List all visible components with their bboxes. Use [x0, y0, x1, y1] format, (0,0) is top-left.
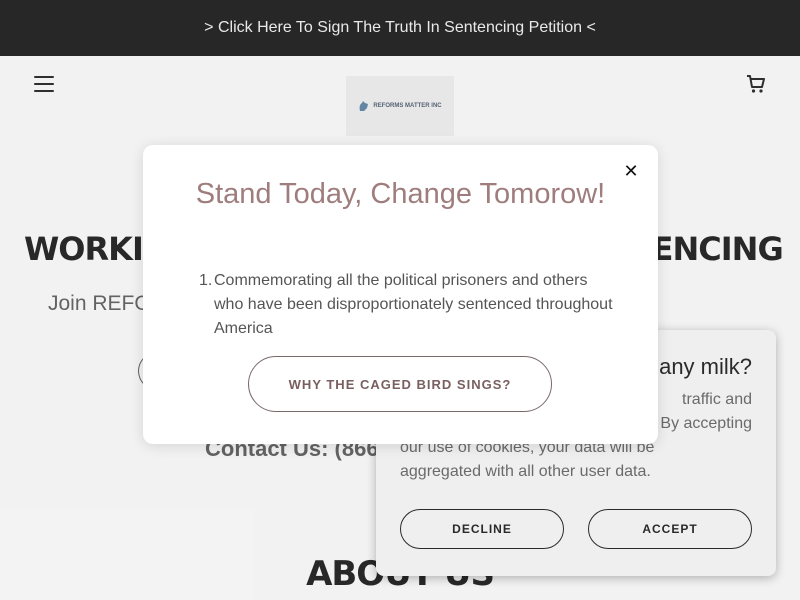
decline-button[interactable]: DECLINE [400, 509, 564, 549]
popup-modal: ✕ Stand Today, Change Tomorow! 1. Commem… [143, 145, 658, 444]
accept-button[interactable]: ACCEPT [588, 509, 752, 549]
caged-bird-button[interactable]: WHY THE CAGED BIRD SINGS? [248, 356, 552, 412]
list-item-text: Commemorating all the political prisoner… [214, 272, 613, 337]
modal-title: Stand Today, Change Tomorow! [195, 178, 606, 210]
close-icon[interactable]: ✕ [621, 161, 641, 181]
list-item-number: 1. [199, 272, 213, 289]
cookie-body-line: aggregated with all other user data. [400, 463, 651, 480]
